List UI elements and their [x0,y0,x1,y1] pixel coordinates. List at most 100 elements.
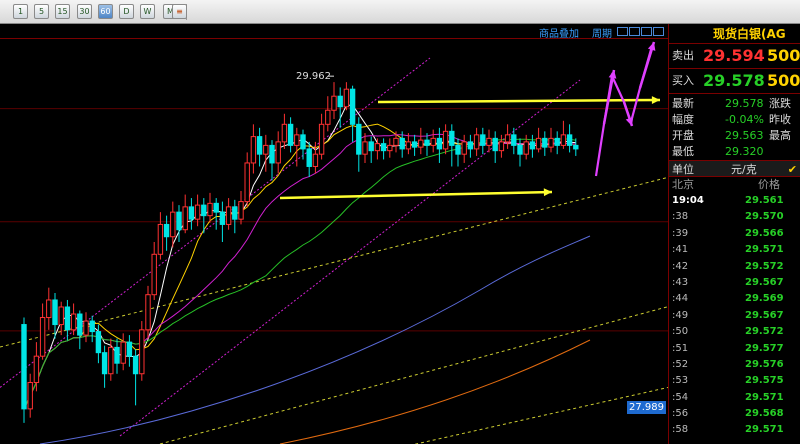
candle-bull [548,137,554,148]
timeframe-1m-button[interactable]: 1 [13,4,28,19]
timeframe-day-button[interactable]: D [119,4,134,19]
tick-time: :53 [672,375,689,387]
tick-price: 29.572 [745,326,784,338]
layout-split-icon[interactable] [629,27,640,36]
chart-header: 商品叠加 周期 [0,24,668,40]
tick-time: :41 [672,244,689,256]
unit-label: 单位 [672,163,694,176]
candle-bear [95,331,102,354]
candle-bear [126,341,133,357]
tick-row: :52 29.576 [669,357,800,373]
tick-price: 29.566 [745,227,784,239]
candle-bull [207,202,213,217]
support-line [159,306,668,444]
projection-arrow-up [602,69,616,125]
candle-bear [132,355,139,375]
timeframe-5m-button[interactable]: 5 [34,4,49,19]
buy-row[interactable]: 买入 29.578 5000 [669,69,800,93]
candle-bull [238,201,244,220]
candle-bear [455,144,461,155]
candle-bear [256,136,263,155]
checkmark-icon[interactable]: ✔ [788,161,797,178]
candle-bear [287,123,294,146]
candle-bull [182,206,188,231]
candle-bear [554,137,560,146]
tick-list-header: 北京 价格 [669,177,800,193]
candle-bear [21,324,27,410]
candle-bull [535,137,542,150]
price-chart[interactable]: 29.962 [0,40,668,444]
layout-single-icon[interactable] [617,27,628,36]
candle-bear [337,95,343,108]
candle-bull [263,144,269,155]
tick-row: :53 29.575 [669,373,800,389]
stat-value: 29.320 [725,145,764,158]
layout-full-icon[interactable] [653,27,664,36]
candle-bear [566,134,573,146]
window-layout-icons [616,26,664,36]
candle-bear [300,134,306,150]
tick-price: 29.570 [745,211,784,223]
toolbar: 1 5 15 30 60 D W M ≡ [0,0,800,24]
unit-row: 单位 元/克 ✔ [669,160,800,177]
buy-price: 29.578 [703,71,765,90]
tick-row: 19:04 29.561 [669,193,800,209]
candle-bull [225,206,232,225]
candle-bull [294,134,300,146]
candle-bull [157,223,164,255]
tick-price: 29.572 [745,260,784,272]
candle-bear [101,352,108,375]
timeframe-30m-button[interactable]: 30 [77,4,92,19]
candle-bear [449,130,455,146]
timeframe-15m-button[interactable]: 15 [55,4,70,19]
candle-bear [467,141,474,150]
support-arrow [279,190,553,200]
candle-bear [349,88,356,125]
timeframe-week-button[interactable]: W [140,4,155,19]
tick-row: :44 29.569 [669,291,800,307]
sell-row[interactable]: 卖出 29.594 5000 [669,44,800,68]
tick-time: :42 [672,260,689,272]
period-link[interactable]: 周期 [592,25,612,40]
candle-bear [517,144,523,155]
candle-bull [393,137,399,146]
stat-row: 幅度 -0.04% 昨收 [669,112,800,128]
candlestick-chart-area[interactable]: 商品叠加 周期 29.962 27.989 [0,24,668,444]
tick-header-time: 北京 [672,178,694,191]
candle-bull [139,329,145,375]
tick-price: 29.571 [745,391,784,403]
candle-bull [498,141,505,152]
tick-row: :49 29.567 [669,308,800,324]
toolbox-button[interactable]: ≡ [172,4,187,19]
candle-bear [356,123,362,155]
candle-bull [33,355,40,384]
candle-bear [529,141,536,150]
support-line [0,176,668,348]
tick-row: :39 29.566 [669,226,800,242]
timeframe-60m-button[interactable]: 60 [98,4,113,19]
candle-bear [52,299,58,326]
layout-quad-icon[interactable] [641,27,652,36]
tick-list[interactable]: 19:04 29.561:38 29.570:39 29.566:41 29.571:4… [669,193,800,439]
candle-bear [424,139,430,146]
candle-bull [83,320,89,336]
candle-bear [380,143,387,152]
tick-header-price: 价格 [758,178,780,191]
candle-bear [399,137,405,150]
candle-bull [275,141,281,164]
candle-bull [194,204,201,220]
candle-bull [27,382,33,410]
candle-bull [70,313,77,331]
unit-value: 元/克 [731,163,757,176]
candle-bear [368,141,374,152]
candle-bull [312,153,319,167]
candle-bull [504,134,511,143]
candle-bear [77,313,83,336]
tick-row: :42 29.572 [669,259,800,275]
tick-row: :51 29.577 [669,341,800,357]
candle-bull [151,253,157,296]
tick-price: 29.571 [745,424,784,436]
tick-time: :39 [672,227,689,239]
overlay-commodity-link[interactable]: 商品叠加 [539,25,579,40]
candle-bull [325,109,331,125]
